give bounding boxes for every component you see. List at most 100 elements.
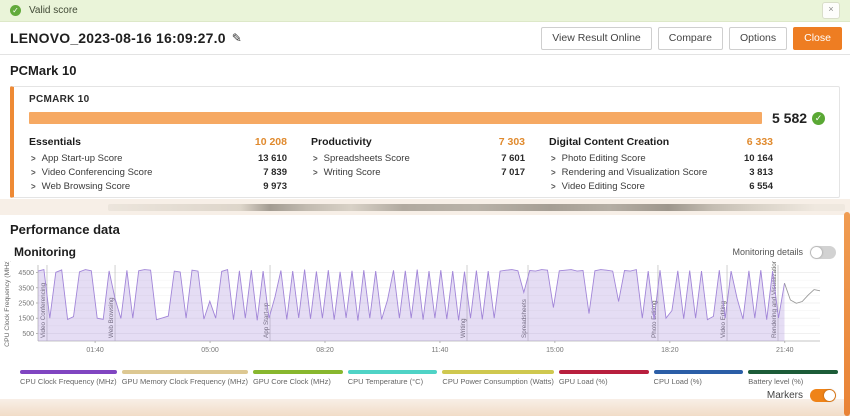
score-group: Productivity 7 303 > Spreadsheets Score … (311, 136, 525, 193)
svg-text:18:20: 18:20 (661, 347, 679, 354)
legend-item[interactable]: CPU Clock Frequency (MHz) (20, 370, 117, 386)
edit-pencil-icon[interactable]: ✎ (232, 31, 242, 45)
legend-item-label: GPU Core Clock (MHz) (253, 377, 343, 386)
svg-text:CPU Clock Frequency (MHz): CPU Clock Frequency (MHz) (4, 261, 11, 347)
score-group-items: > Spreadsheets Score 7 601 > Writing Sco… (311, 151, 525, 179)
score-group-items: > Photo Editing Score 10 164 > Rendering… (549, 151, 773, 193)
legend-color-bar (122, 370, 248, 374)
performance-title: Performance data (10, 222, 850, 237)
svg-text:05:00: 05:00 (201, 347, 219, 354)
legend-color-bar (20, 370, 117, 374)
score-row-label: Writing Score (324, 167, 381, 178)
chevron-right-icon: > (313, 167, 318, 178)
compare-button[interactable]: Compare (658, 27, 723, 50)
pcmark-score-card: PCMARK 10 5 582 ✓ Essentials 10 208 > Ap… (10, 86, 840, 198)
valid-score-banner: ✓ Valid score × (0, 0, 850, 22)
chart-legend: CPU Clock Frequency (MHz) GPU Memory Clo… (0, 366, 850, 386)
titlebar-buttons: View Result Online Compare Options Close (541, 27, 842, 50)
svg-text:3500: 3500 (18, 285, 34, 292)
score-row-label: Video Editing Score (562, 181, 645, 192)
score-row-label: Video Conferencing Score (42, 167, 153, 178)
svg-text:15:00: 15:00 (546, 347, 564, 354)
score-row-value: 3 813 (749, 167, 773, 178)
legend-color-bar (559, 370, 649, 374)
score-row-value: 7 839 (263, 167, 287, 178)
legend-item[interactable]: GPU Core Clock (MHz) (253, 370, 343, 386)
chevron-right-icon: > (31, 153, 36, 164)
section-divider-band (0, 199, 850, 215)
score-group: Essentials 10 208 > App Start-up Score 1… (29, 136, 287, 193)
legend-item-label: CPU Temperature (°C) (348, 377, 438, 386)
pcmark-section: PCMark 10 PCMARK 10 5 582 ✓ Essentials 1… (0, 55, 850, 199)
score-row[interactable]: > Video Editing Score 6 554 (549, 179, 773, 193)
legend-color-bar (748, 370, 838, 374)
legend-color-bar (253, 370, 343, 374)
markers-toggle[interactable] (810, 389, 836, 402)
legend-item-label: CPU Clock Frequency (MHz) (20, 377, 117, 386)
legend-item[interactable]: Battery level (%) (748, 370, 838, 386)
close-button[interactable]: Close (793, 27, 842, 50)
svg-text:1500: 1500 (18, 316, 34, 323)
performance-section: Performance data Monitoring Monitoring d… (0, 215, 850, 399)
result-title: LENOVO_2023-08-16 16:09:27.0 (10, 30, 226, 46)
chevron-right-icon: > (313, 153, 318, 164)
page-bottom-strip (0, 399, 850, 416)
legend-item-label: GPU Memory Clock Frequency (MHz) (122, 377, 248, 386)
score-group-header: Productivity 7 303 (311, 136, 525, 148)
score-group-name: Digital Content Creation (549, 136, 669, 148)
score-row[interactable]: > Web Browsing Score 9 973 (29, 179, 287, 193)
score-columns: Essentials 10 208 > App Start-up Score 1… (29, 136, 825, 193)
score-row-value: 10 164 (744, 153, 773, 164)
chevron-right-icon: > (31, 181, 36, 192)
legend-color-bar (654, 370, 744, 374)
svg-text:08:20: 08:20 (316, 347, 334, 354)
view-result-online-button[interactable]: View Result Online (541, 27, 652, 50)
score-row[interactable]: > Spreadsheets Score 7 601 (311, 151, 525, 165)
options-button[interactable]: Options (729, 27, 787, 50)
svg-text:2500: 2500 (18, 301, 34, 308)
score-group-score: 10 208 (255, 136, 287, 148)
score-group-items: > App Start-up Score 13 610 > Video Conf… (29, 151, 287, 193)
overall-score: 5 582 (772, 110, 807, 126)
score-bar (29, 112, 762, 124)
pcmark-section-title: PCMark 10 (10, 63, 840, 78)
score-group-name: Productivity (311, 136, 372, 148)
valid-score-text: Valid score (29, 5, 78, 16)
svg-text:500: 500 (22, 331, 34, 338)
vertical-scrollbar[interactable] (844, 212, 850, 416)
legend-item-label: Battery level (%) (748, 377, 838, 386)
svg-text:01:40: 01:40 (86, 347, 104, 354)
score-row[interactable]: > Writing Score 7 017 (311, 165, 525, 179)
svg-text:21:40: 21:40 (776, 347, 794, 354)
chevron-right-icon: > (551, 153, 556, 164)
monitoring-details-label: Monitoring details (732, 247, 803, 257)
score-row[interactable]: > Photo Editing Score 10 164 (549, 151, 773, 165)
score-row-label: App Start-up Score (42, 153, 123, 164)
score-group-score: 6 333 (747, 136, 773, 148)
legend-item[interactable]: CPU Load (%) (654, 370, 744, 386)
banner-close-icon[interactable]: × (822, 2, 840, 19)
valid-check-icon: ✓ (10, 5, 21, 16)
score-valid-check-icon: ✓ (812, 112, 825, 125)
app-window: ✓ Valid score × LENOVO_2023-08-16 16:09:… (0, 0, 850, 416)
score-group-header: Digital Content Creation 6 333 (549, 136, 773, 148)
legend-item[interactable]: CPU Power Consumption (Watts) (442, 370, 553, 386)
score-row-label: Web Browsing Score (42, 181, 131, 192)
markers-label: Markers (767, 390, 803, 401)
score-row-value: 7 601 (501, 153, 525, 164)
score-row[interactable]: > Video Conferencing Score 7 839 (29, 165, 287, 179)
legend-item[interactable]: GPU Load (%) (559, 370, 649, 386)
chevron-right-icon: > (31, 167, 36, 178)
legend-item-label: CPU Power Consumption (Watts) (442, 377, 553, 386)
legend-item-label: CPU Load (%) (654, 377, 744, 386)
score-row-value: 7 017 (501, 167, 525, 178)
pcmark-card-label: PCMARK 10 (29, 94, 825, 105)
legend-item[interactable]: CPU Temperature (°C) (348, 370, 438, 386)
score-group: Digital Content Creation 6 333 > Photo E… (549, 136, 773, 193)
score-row[interactable]: > App Start-up Score 13 610 (29, 151, 287, 165)
score-row-label: Photo Editing Score (562, 153, 646, 164)
monitoring-details-toggle[interactable] (810, 246, 836, 259)
score-row[interactable]: > Rendering and Visualization Score 3 81… (549, 165, 773, 179)
legend-item[interactable]: GPU Memory Clock Frequency (MHz) (122, 370, 248, 386)
monitoring-chart: 4500350025001500500CPU Clock Frequency (… (0, 261, 850, 361)
